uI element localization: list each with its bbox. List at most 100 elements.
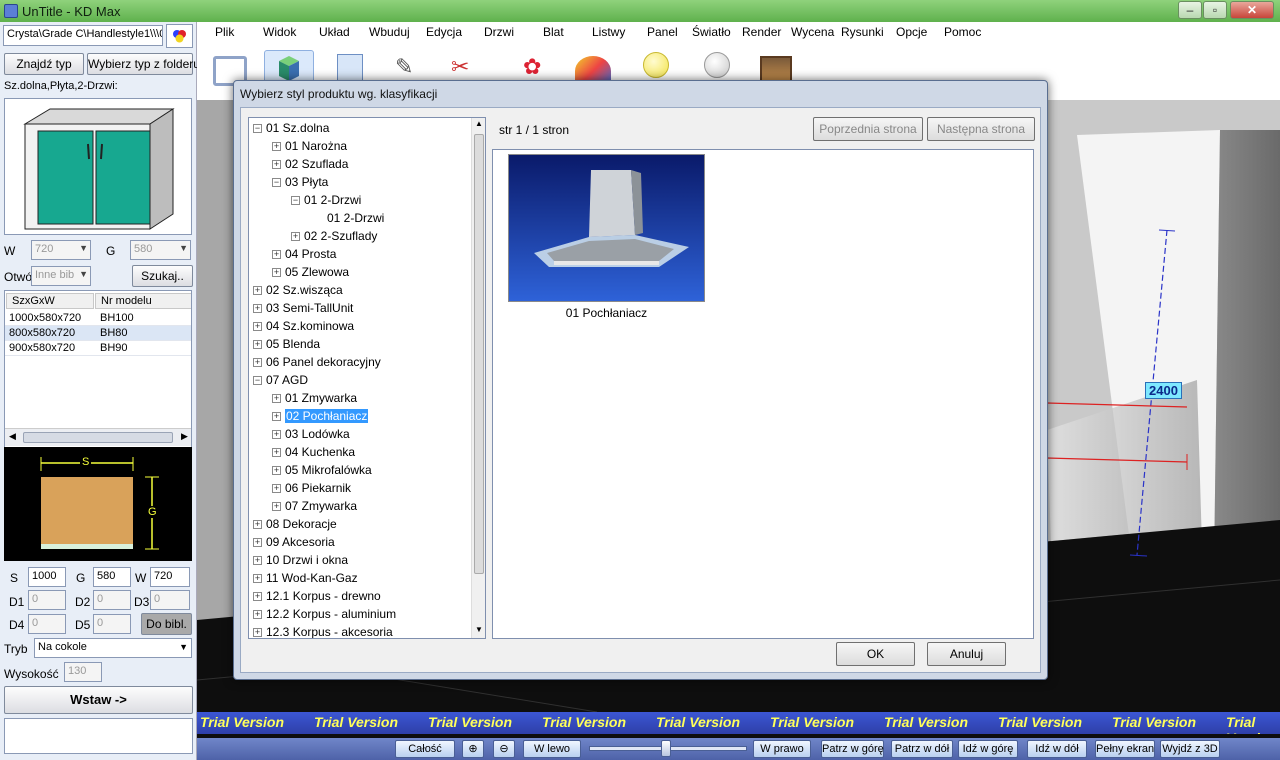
scroll-left-icon[interactable]: ◀ [9, 431, 16, 442]
expand-icon[interactable]: + [253, 556, 262, 566]
tree-node[interactable]: +02 Sz.wisząca [253, 282, 343, 298]
tree-node[interactable]: +02 2-Szuflady [291, 228, 377, 244]
ok-button[interactable]: OK [836, 642, 915, 666]
expand-icon[interactable]: + [272, 250, 281, 260]
d2-input[interactable]: 0 [93, 590, 131, 610]
table-row[interactable]: 800x580x720 BH80 [5, 326, 191, 341]
tree-node[interactable]: +12.1 Korpus - drewno [253, 588, 381, 604]
d1-input[interactable]: 0 [28, 590, 66, 610]
width-select[interactable]: 720 ▼ [31, 240, 91, 260]
product-thumbnail[interactable] [508, 154, 705, 302]
minimize-button[interactable]: – [1178, 1, 1202, 19]
tree-node[interactable]: +11 Wod-Kan-Gaz [253, 570, 358, 586]
rotate-left-button[interactable]: W lewo [523, 740, 581, 758]
color-palette-button[interactable] [166, 24, 193, 48]
collapse-icon[interactable]: − [291, 196, 300, 206]
s-input[interactable]: 1000 [28, 567, 66, 587]
expand-icon[interactable]: + [253, 286, 262, 296]
fullscreen-button[interactable]: Pełny ekran [1095, 740, 1155, 758]
scrollbar-thumb[interactable] [23, 432, 173, 443]
expand-icon[interactable]: + [272, 484, 281, 494]
horizontal-scrollbar[interactable]: ◀ ▶ [5, 428, 191, 446]
tree-node[interactable]: −01 2-Drzwi [291, 192, 361, 208]
menu-render[interactable]: Render [742, 25, 781, 39]
tree-node[interactable]: +09 Akcesoria [253, 534, 335, 550]
menu-panel[interactable]: Panel [647, 25, 678, 39]
menu-swiatlo[interactable]: Światło [692, 25, 731, 39]
search-button[interactable]: Szukaj.. [132, 265, 193, 287]
tree-node[interactable]: −03 Płyta [272, 174, 328, 190]
expand-icon[interactable]: + [272, 160, 281, 170]
tree-node[interactable]: +04 Prosta [272, 246, 336, 262]
tree-node[interactable]: −01 Sz.dolna [253, 120, 329, 136]
view-all-button[interactable]: Całość [395, 740, 455, 758]
expand-icon[interactable]: + [253, 628, 262, 638]
tree-node[interactable]: +12.2 Korpus - aluminium [253, 606, 396, 622]
w-input[interactable]: 720 [150, 567, 190, 587]
exit-3d-button[interactable]: Wyjdź z 3D [1160, 740, 1220, 758]
expand-icon[interactable]: + [291, 232, 300, 242]
maximize-button[interactable]: ▫ [1203, 1, 1227, 19]
look-down-button[interactable]: Patrz w dół [891, 740, 953, 758]
table-row[interactable]: 900x580x720 BH90 [5, 341, 191, 356]
tree-node[interactable]: 01 2-Drzwi [327, 210, 384, 226]
menu-drzwi[interactable]: Drzwi [484, 25, 514, 39]
rotate-right-button[interactable]: W prawo [753, 740, 811, 758]
expand-icon[interactable]: + [272, 412, 281, 422]
menu-pomoc[interactable]: Pomoc [944, 25, 981, 39]
tree-node[interactable]: +01 Narożna [272, 138, 347, 154]
tree-node[interactable]: −07 AGD [253, 372, 308, 388]
expand-icon[interactable]: + [272, 466, 281, 476]
catalog-path-field[interactable]: Crysta\Grade C\Handlestyle1\\\0 [3, 25, 163, 46]
menu-rysunki[interactable]: Rysunki [841, 25, 884, 39]
move-up-button[interactable]: Idź w górę [958, 740, 1018, 758]
expand-icon[interactable]: + [253, 340, 262, 350]
scroll-down-icon[interactable]: ▼ [475, 625, 483, 634]
menu-edycja[interactable]: Edycja [426, 25, 462, 39]
tree-node-selected[interactable]: +02 Pochłaniacz [272, 408, 369, 424]
depth-select[interactable]: 580 ▼ [130, 240, 191, 260]
tree-node[interactable]: +07 Zmywarka [272, 498, 357, 514]
add-to-library-button[interactable]: Do bibl. [141, 613, 192, 635]
picture-icon[interactable] [760, 56, 792, 82]
tree-node[interactable]: +02 Szuflada [272, 156, 348, 172]
collapse-icon[interactable]: − [253, 124, 262, 134]
expand-icon[interactable]: + [253, 358, 262, 368]
opening-select[interactable]: Inne bib ▼ [31, 266, 91, 286]
expand-icon[interactable]: + [272, 430, 281, 440]
rotation-slider-thumb[interactable] [661, 740, 671, 757]
tree-node[interactable]: +10 Drzwi i okna [253, 552, 348, 568]
tree-node[interactable]: +04 Sz.kominowa [253, 318, 354, 334]
previous-page-button[interactable]: Poprzednia strona [813, 117, 923, 141]
menu-widok[interactable]: Widok [263, 25, 296, 39]
expand-icon[interactable]: + [253, 520, 262, 530]
menu-wycena[interactable]: Wycena [791, 25, 834, 39]
light-bulb-icon[interactable] [643, 52, 669, 78]
expand-icon[interactable]: + [253, 322, 262, 332]
tree-node[interactable]: +06 Panel dekoracyjny [253, 354, 381, 370]
d4-input[interactable]: 0 [28, 614, 66, 634]
table-row[interactable]: 1000x580x720 BH100 [5, 311, 191, 326]
look-up-button[interactable]: Patrz w górę [821, 740, 884, 758]
tree-node[interactable]: +06 Piekarnik [272, 480, 351, 496]
expand-icon[interactable]: + [272, 142, 281, 152]
expand-icon[interactable]: + [253, 592, 262, 602]
expand-icon[interactable]: + [272, 268, 281, 278]
g-input[interactable]: 580 [93, 567, 131, 587]
column-header-model[interactable]: Nr modelu [95, 293, 191, 309]
tree-node[interactable]: +04 Kuchenka [272, 444, 355, 460]
tree-node[interactable]: +05 Blenda [253, 336, 320, 352]
expand-icon[interactable]: + [253, 538, 262, 548]
scroll-right-icon[interactable]: ▶ [181, 431, 188, 442]
tree-node[interactable]: +01 Zmywarka [272, 390, 357, 406]
menu-blat[interactable]: Blat [543, 25, 564, 39]
height-input[interactable]: 130 [64, 662, 102, 682]
expand-icon[interactable]: + [253, 574, 262, 584]
next-page-button[interactable]: Następna strona [927, 117, 1035, 141]
tree-node[interactable]: +03 Semi-TallUnit [253, 300, 353, 316]
expand-icon[interactable]: + [272, 502, 281, 512]
tree-node[interactable]: +03 Lodówka [272, 426, 350, 442]
zoom-in-button[interactable]: ⊕ [462, 740, 484, 758]
menu-opcje[interactable]: Opcje [896, 25, 927, 39]
find-type-button[interactable]: Znajdź typ [4, 53, 84, 75]
